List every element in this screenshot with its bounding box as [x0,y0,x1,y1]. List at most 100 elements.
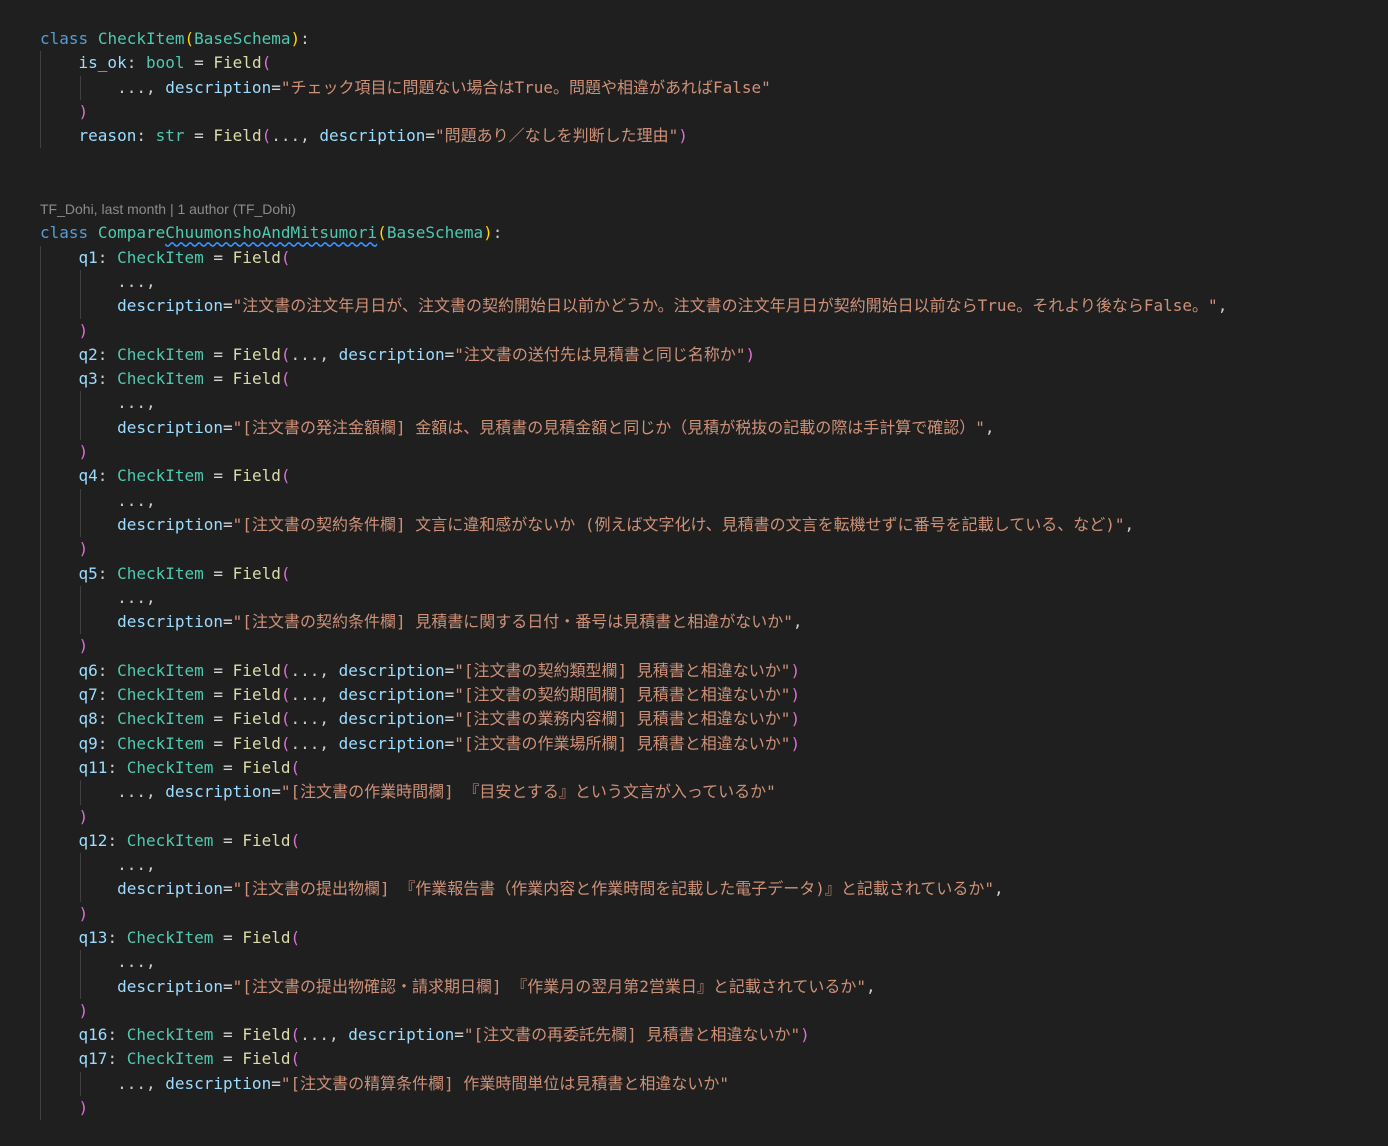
bracket-token: ( [261,126,272,146]
code-line[interactable]: ..., description="チェック項目に問題ない場合はTrue。問題や… [40,75,1380,100]
code-text: ..., [290,685,339,705]
bracket-token: ( [290,1049,301,1069]
string-literal: "[注文書の再委託先欄] 見積書と相違ないか" [463,1025,801,1045]
identifier-token: description [338,685,445,705]
indent-guide [40,1023,41,1048]
identifier-token: description [338,344,445,364]
indent-guide [40,683,41,708]
code-line[interactable]: ..., [40,269,1380,295]
code-line[interactable]: q12: CheckItem = Field( [40,828,1380,854]
operator-token: = [425,126,435,146]
string-literal: "[注文書の契約期間欄] 見積書と相違ないか" [454,685,791,705]
code-text: : [97,247,118,267]
code-line[interactable]: class CompareChuumonshoAndMitsumori(Base… [40,221,1380,245]
code-line[interactable]: ) [40,634,1380,659]
code-line[interactable]: ) [40,1096,1380,1121]
code-line[interactable]: q16: CheckItem = Field(..., description=… [40,1023,1380,1048]
operator-token: = [203,247,233,267]
blame-annotation-line[interactable]: TF_Dohi, last month | 1 author (TF_Dohi) [40,197,1380,221]
code-line[interactable]: description="注文書の注文年月日が、注文書の契約開始日以前かどうか。… [40,294,1380,319]
operator-token: = [213,927,243,947]
indent-guide [40,537,41,562]
code-line[interactable] [40,148,1380,172]
code-line[interactable]: ..., [40,853,1380,878]
code-line[interactable]: ..., description="[注文書の精算条件欄] 作業時間単位は見積書… [40,1071,1380,1097]
indent-guide [40,950,41,975]
operator-token: = [223,296,233,316]
identifier-token: description [117,976,224,996]
identifier-token: q1 [78,247,98,267]
code-line[interactable]: is_ok: bool = Field( [40,51,1380,76]
code-line[interactable]: ..., [40,488,1380,513]
bracket-token: ) [790,709,801,729]
code-line[interactable]: ..., [40,950,1380,975]
indent-guide [80,853,81,878]
bracket-token: ( [261,53,272,73]
code-line[interactable]: q11: CheckItem = Field( [40,755,1380,781]
code-line[interactable]: q1: CheckItem = Field( [40,245,1380,270]
indent-guide [40,269,41,295]
code-line[interactable]: ..., [40,391,1380,416]
class-name-token: CheckItem [117,466,204,486]
code-line[interactable]: class CheckItem(BaseSchema): [40,27,1380,51]
code-line[interactable]: ) [40,99,1380,125]
code-lines[interactable]: class CheckItem(BaseSchema): is_ok: bool… [40,27,1380,1121]
identifier-token: q7 [78,685,98,705]
indent-guide [40,51,41,76]
code-line[interactable]: ) [40,537,1380,562]
code-line[interactable]: q6: CheckItem = Field(..., description="… [40,658,1380,684]
code-line[interactable]: reason: str = Field(..., description="問題… [40,124,1380,149]
string-literal: "[注文書の提出物確認・請求期日欄] 『作業月の翌月第2営業日』と記載されている… [232,976,866,996]
code-line[interactable]: description="[注文書の提出物欄] 『作業報告書（作業内容と作業時間… [40,877,1380,902]
function-token: Field [213,126,262,146]
code-line[interactable]: description="[注文書の発注金額欄] 金額は、見積書の見積金額と同じ… [40,415,1380,441]
code-line[interactable]: q3: CheckItem = Field( [40,367,1380,392]
code-line[interactable]: q5: CheckItem = Field( [40,561,1380,586]
class-name-token: CheckItem [117,563,204,583]
code-line[interactable]: ) [40,804,1380,829]
function-token: Field [232,563,281,583]
identifier-token: reason [78,126,137,146]
identifier-token: description [165,782,272,802]
identifier-token: q9 [78,733,98,753]
bracket-token: ) [790,733,801,753]
bracket-token: ( [280,563,291,583]
code-line[interactable]: ) [40,440,1380,465]
code-editor[interactable]: class CheckItem(BaseSchema): is_ok: bool… [0,0,1388,1146]
code-text: ..., [271,126,320,146]
code-text: : [107,1049,127,1069]
code-line[interactable]: q8: CheckItem = Field(..., description="… [40,707,1380,732]
code-line[interactable] [40,173,1380,197]
class-name-token: CheckItem [117,369,204,389]
code-text: , [1217,296,1228,316]
code-line[interactable]: description="[注文書の契約条件欄] 文言に違和感がないか (例えば… [40,512,1380,538]
code-line[interactable]: ..., description="[注文書の作業時間欄] 『目安とする』という… [40,780,1380,805]
code-line[interactable]: ..., [40,585,1380,611]
code-line[interactable]: ) [40,318,1380,343]
code-line[interactable]: q4: CheckItem = Field( [40,464,1380,489]
identifier-token: description [165,1073,272,1093]
code-line[interactable]: ) [40,901,1380,926]
indent-guide [40,488,41,513]
code-text: : [107,757,127,777]
code-line[interactable]: q2: CheckItem = Field(..., description="… [40,342,1380,368]
code-text: , [866,976,876,996]
identifier-token: description [165,77,272,97]
code-text: ..., [117,77,166,97]
string-literal: "[注文書の契約条件欄] 見積書に関する日付・番号は見積書と相違がないか" [232,612,793,632]
code-text: : [97,466,118,486]
code-text: , [994,879,1004,899]
code-line[interactable]: q9: CheckItem = Field(..., description="… [40,731,1380,756]
function-token: Field [242,927,291,947]
code-line[interactable]: q17: CheckItem = Field( [40,1047,1380,1072]
indent-guide [40,99,41,125]
git-blame-annotation[interactable]: TF_Dohi, last month | 1 author (TF_Dohi) [40,201,296,217]
operator-token: = [444,709,455,729]
code-line[interactable]: q13: CheckItem = Field( [40,925,1380,951]
code-line[interactable]: description="[注文書の契約条件欄] 見積書に関する日付・番号は見積… [40,610,1380,635]
code-line[interactable]: ) [40,998,1380,1024]
function-token: Field [242,1025,291,1045]
code-line[interactable]: q7: CheckItem = Field(..., description="… [40,683,1380,708]
code-line[interactable]: description="[注文書の提出物確認・請求期日欄] 『作業月の翌月第2… [40,974,1380,999]
